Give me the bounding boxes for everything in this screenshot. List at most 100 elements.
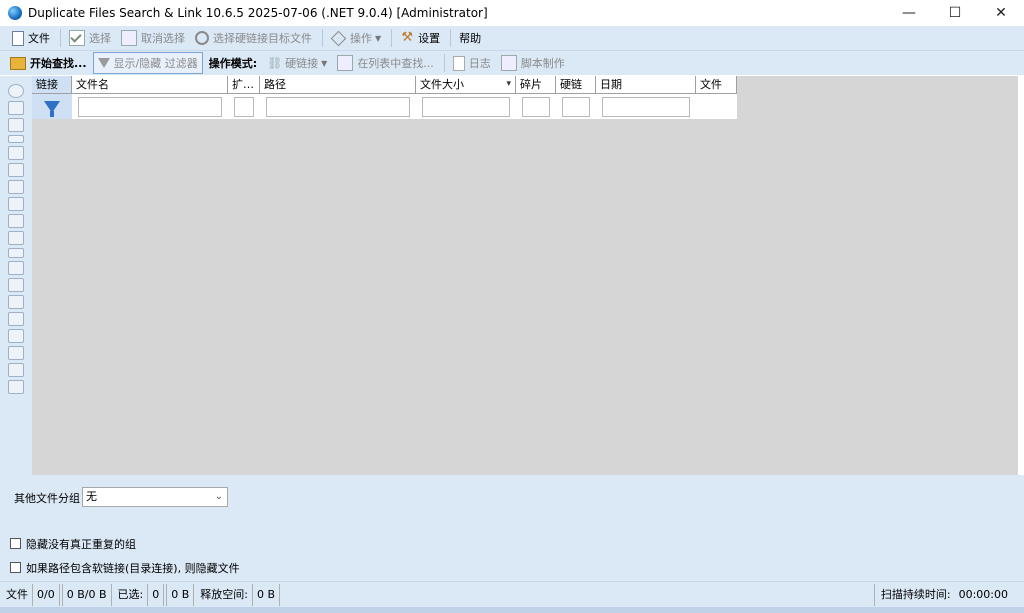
remove-copy-icon[interactable] [8,118,24,132]
separator [443,54,445,72]
hardlink-label: 硬链接 [285,57,319,70]
hide-no-dupes-checkbox[interactable] [10,538,21,549]
window-title: Duplicate Files Search & Link 10.6.5 202… [28,6,488,20]
sort-chevron-icon: ▾ [506,79,511,89]
group-select[interactable]: 无 ⌄ [82,487,228,507]
mode-label-text: 操作模式: [208,57,258,70]
select-label: 选择 [89,32,111,45]
filter-cell-link [32,94,72,119]
file-menu[interactable]: 文件 [8,28,54,48]
settings-button[interactable]: ⚒ 设置 [396,28,444,48]
tree-icon[interactable] [8,146,24,160]
chevron-down-icon: ▼ [375,33,382,43]
column-header-link[interactable]: 链接 [32,76,72,93]
column-header-date[interactable]: 日期 [596,76,696,93]
column-align-icon[interactable] [8,329,24,343]
hide-symlink-checkbox[interactable] [10,562,21,573]
separator [60,29,61,47]
column-header-hardlinks[interactable]: 硬链 [556,76,596,93]
chevron-down-icon: ▼ [321,58,328,68]
column-mid-icon[interactable] [8,312,24,326]
hardlink-mode-dropdown[interactable]: ⛓ 硬链接 ▼ [263,53,331,73]
hide-symlink-option[interactable]: 如果路径包含软链接(目录连接), 则隐藏文件 [10,560,240,576]
column-right-icon[interactable] [8,346,24,360]
maximize-button[interactable]: ☐ [932,0,978,26]
find-in-list-label: 在列表中查找... [357,57,434,70]
delete-x-icon[interactable] [8,197,24,211]
select-hardlink-target-button[interactable]: 选择硬链接目标文件 [191,28,316,48]
fragments-filter-input[interactable] [522,96,550,117]
find-in-list-button[interactable]: 在列表中查找... [333,53,438,73]
hide-symlink-label: 如果路径包含软链接(目录连接), 则隐藏文件 [26,562,240,575]
diamond-icon [330,30,347,46]
column-filter-icon[interactable] [8,295,24,309]
trash-icon[interactable] [8,214,24,228]
move-icon[interactable] [8,231,24,245]
column-header-extension[interactable]: 扩… [228,76,260,93]
filter-cell-size [416,94,516,119]
add-copy-icon[interactable] [8,101,24,115]
actions-label: 操作 [350,32,372,45]
column-header-size[interactable]: 文件大小 ▾ [416,76,516,93]
status-selected-size: 0 B [166,584,195,606]
extension-filter-input[interactable] [234,96,254,117]
start-search-button[interactable]: 开始查找... [6,53,91,73]
main-toolbar: 文件 选择 取消选择 选择硬链接目标文件 操作 ▼ ⚒ 设置 帮助 [0,26,1024,51]
eye-icon[interactable] [8,84,24,98]
select-button[interactable]: 选择 [65,28,115,48]
filter-funnel-icon [44,100,60,117]
minimize-button[interactable]: — [886,0,932,26]
copy-dropdown-icon[interactable] [8,261,24,275]
close-button[interactable]: ✕ [978,0,1024,26]
results-grid-area: 链接 文件名 扩… 路径 文件大小 ▾ 碎片 硬链 日期 文件 [32,76,1018,475]
document-icon [12,30,24,46]
script-button[interactable]: 脚本制作 [497,53,569,73]
deselect-button[interactable]: 取消选择 [117,28,189,48]
separator [391,29,393,47]
toggle-filter-label: 显示/隐藏 过滤器 [113,57,198,70]
secondary-toolbar: 开始查找... 显示/隐藏 过滤器 操作模式: ⛓ 硬链接 ▼ 在列表中查找..… [0,51,1024,75]
actions-dropdown[interactable]: 操作 ▼ [327,28,385,48]
column-header-fragments[interactable]: 碎片 [516,76,556,93]
toggle-filter-button[interactable]: 显示/隐藏 过滤器 [92,52,203,74]
pages-icon [121,30,137,46]
window-bottom-edge [0,607,1024,613]
date-filter-input[interactable] [602,96,690,117]
column-header-file[interactable]: 文件 [696,76,737,93]
column-left-icon[interactable] [8,278,24,292]
lz-compress-icon[interactable] [8,248,24,258]
column-header-path[interactable]: 路径 [260,76,416,93]
filename-filter-input[interactable] [78,96,222,117]
group-label: 其他文件分组 [14,492,80,505]
tree-select-icon[interactable] [8,163,24,177]
status-files-label: 文件 [6,588,28,601]
select-hardlink-target-label: 选择硬链接目标文件 [213,32,312,45]
settings-tools-icon: ⚒ [401,30,413,45]
separator [450,29,452,47]
tree-branch-icon[interactable] [8,180,24,194]
log-document-icon [452,55,465,71]
hardlinks-filter-input[interactable] [562,96,590,117]
path-filter-input[interactable] [266,96,410,117]
column-header-filename[interactable]: 文件名 [72,76,228,93]
app-globe-icon [8,6,22,20]
start-search-label: 开始查找... [30,57,87,70]
list-search-icon [337,55,354,71]
status-scan-label: 扫描持续时间: [880,588,951,601]
hide-no-dupes-option[interactable]: 隐藏没有真正重复的组 [10,536,136,552]
column-bottom-icon[interactable] [8,363,24,377]
filter-cell-hardlinks [556,94,596,119]
grid-layout-icon[interactable] [8,380,24,394]
link-compare-icon[interactable] [8,135,24,143]
filter-cell-date [596,94,696,119]
size-filter-input[interactable] [422,96,510,117]
file-menu-label: 文件 [28,32,50,45]
status-scan-value: 00:00:00 [958,588,1008,601]
help-menu[interactable]: 帮助 [455,28,485,48]
title-bar: Duplicate Files Search & Link 10.6.5 202… [0,0,1024,26]
log-button[interactable]: 日志 [449,53,495,73]
log-label: 日志 [468,57,491,70]
filter-cell-file [696,94,737,119]
script-label: 脚本制作 [520,57,565,70]
checkbox-icon [69,30,85,46]
